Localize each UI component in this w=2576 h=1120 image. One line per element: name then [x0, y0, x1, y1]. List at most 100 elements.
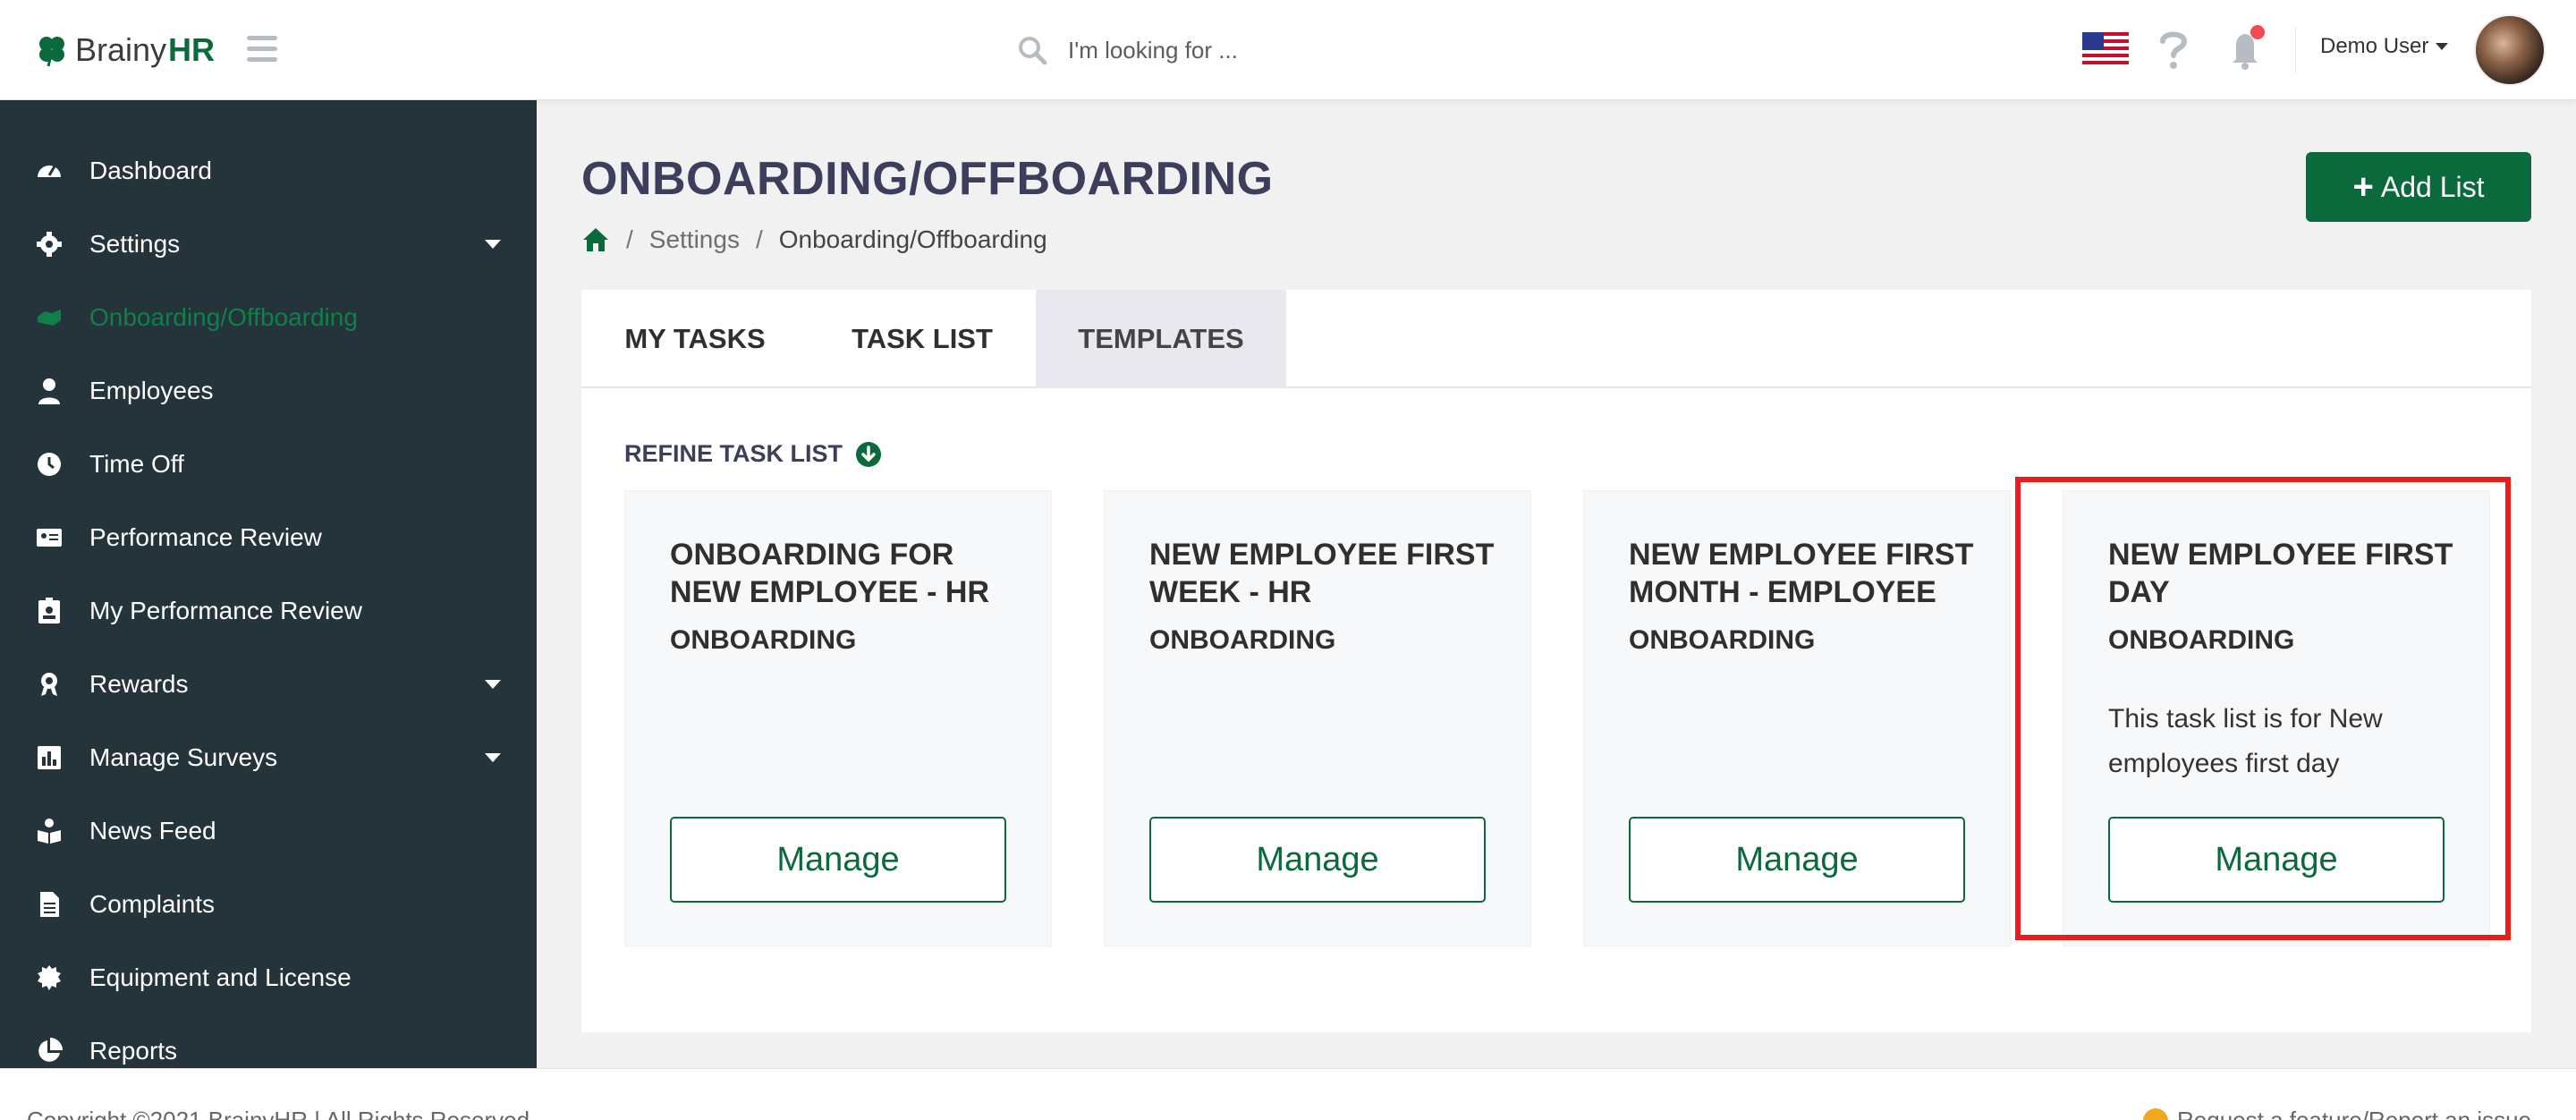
- top-bar: Brainy HR Demo User: [0, 0, 2576, 100]
- certificate-icon: [38, 965, 61, 990]
- tab-templates[interactable]: TEMPLATES: [1036, 290, 1286, 388]
- brand-name-part1: Brainy: [75, 31, 167, 68]
- manage-button[interactable]: Manage: [2108, 817, 2445, 903]
- clover-icon: [39, 37, 64, 67]
- id-card-icon: [37, 529, 62, 547]
- sidebar-item-label: Equipment and License: [89, 963, 352, 991]
- id-badge-icon: [38, 598, 60, 624]
- brand-name-part2: HR: [168, 31, 216, 68]
- card-type: ONBOARDING: [1629, 625, 1816, 655]
- sidebar-item-label: My Performance Review: [89, 597, 362, 624]
- search-bar: [1016, 29, 1553, 72]
- sidebar-item-label: Performance Review: [89, 523, 322, 551]
- task-list-card: ONBOARDING FOR NEW EMPLOYEE - HR ONBOARD…: [624, 490, 1052, 946]
- breadcrumb-separator: /: [626, 225, 633, 253]
- user-menu[interactable]: Demo User: [2320, 34, 2449, 59]
- tab-bar: MY TASKS TASK LIST TEMPLATES: [581, 290, 2531, 388]
- sidebar-item-onboarding[interactable]: Onboarding/Offboarding: [0, 286, 537, 349]
- menu-toggle-icon[interactable]: [247, 36, 277, 63]
- sidebar-item-label: Rewards: [89, 670, 189, 698]
- manage-button[interactable]: Manage: [670, 817, 1006, 903]
- sidebar-item-reports[interactable]: Reports: [0, 1020, 537, 1068]
- avatar[interactable]: [2474, 14, 2546, 86]
- sidebar-item-label: Manage Surveys: [89, 743, 278, 771]
- sidebar-item-label: Onboarding/Offboarding: [89, 303, 358, 331]
- sidebar-item-my-performance-review[interactable]: My Performance Review: [0, 580, 537, 642]
- gauge-icon: [38, 165, 61, 177]
- card-description: This task list is for New employees firs…: [2108, 704, 2383, 778]
- sidebar-item-label: Dashboard: [89, 157, 212, 184]
- task-panel: MY TASKS TASK LIST TEMPLATES REFINE TASK…: [581, 290, 2531, 1032]
- caret-down-icon: [485, 753, 501, 762]
- clock-icon: [38, 453, 61, 476]
- caret-down-icon: [485, 680, 501, 689]
- caret-down-icon: [485, 240, 501, 249]
- brand-logo[interactable]: Brainy HR: [34, 27, 215, 73]
- handshake-icon: [38, 310, 61, 326]
- breadcrumb-settings[interactable]: Settings: [649, 225, 740, 254]
- sidebar-item-complaints[interactable]: Complaints: [0, 873, 537, 936]
- add-list-label: Add List: [2380, 170, 2485, 203]
- page-title: ONBOARDING/OFFBOARDING: [581, 153, 1274, 205]
- book-reader-icon: [38, 819, 61, 844]
- breadcrumb-current: Onboarding/Offboarding: [778, 225, 1047, 253]
- lightbulb-icon: [2143, 1107, 2168, 1120]
- card-title: NEW EMPLOYEE FIRST MONTH - EMPLOYEE: [1629, 538, 1974, 609]
- header-divider: [2295, 27, 2296, 73]
- search-icon[interactable]: [1016, 34, 1048, 66]
- sidebar-item-equipment[interactable]: Equipment and License: [0, 946, 537, 1009]
- card-title: NEW EMPLOYEE FIRST DAY: [2108, 538, 2453, 609]
- card-type: ONBOARDING: [1149, 625, 1336, 655]
- file-alt-icon: [40, 892, 59, 917]
- add-list-button[interactable]: + Add List: [2306, 152, 2531, 222]
- sidebar-item-dashboard[interactable]: Dashboard: [0, 140, 537, 202]
- tab-task-list[interactable]: TASK LIST: [809, 290, 1036, 388]
- sidebar-item-label: Time Off: [89, 450, 184, 478]
- sidebar-item-manage-surveys[interactable]: Manage Surveys: [0, 726, 537, 789]
- task-list-card: NEW EMPLOYEE FIRST DAY ONBOARDING This t…: [2063, 490, 2490, 946]
- manage-button[interactable]: Manage: [1629, 817, 1965, 903]
- sidebar: Dashboard Settings Onboarding/Offboardin…: [0, 100, 537, 1068]
- sidebar-item-label: Complaints: [89, 890, 216, 918]
- user-tie-icon: [38, 378, 60, 404]
- card-type: ONBOARDING: [670, 625, 857, 655]
- sidebar-item-label: News Feed: [89, 817, 216, 844]
- task-list-card: NEW EMPLOYEE FIRST MONTH - EMPLOYEE ONBO…: [1583, 490, 2011, 946]
- sidebar-item-performance-review[interactable]: Performance Review: [0, 506, 537, 569]
- task-list-card: NEW EMPLOYEE FIRST WEEK - HR ONBOARDING …: [1104, 490, 1531, 946]
- sidebar-item-news-feed[interactable]: News Feed: [0, 800, 537, 862]
- tab-my-tasks[interactable]: MY TASKS: [581, 290, 809, 388]
- request-feature-label: Request a feature/Report an issue: [2177, 1107, 2532, 1120]
- caret-down-icon: [2436, 43, 2449, 50]
- us-flag-icon[interactable]: [2082, 32, 2129, 64]
- copyright-text: Copyright ©2021 BrainyHR | All Rights Re…: [27, 1107, 530, 1120]
- sidebar-item-label: Reports: [89, 1037, 178, 1065]
- sidebar-item-label: Employees: [89, 377, 214, 404]
- home-icon[interactable]: [581, 226, 610, 253]
- manage-button[interactable]: Manage: [1149, 817, 1486, 903]
- refine-task-list-toggle[interactable]: REFINE TASK LIST: [624, 440, 882, 468]
- sidebar-item-employees[interactable]: Employees: [0, 360, 537, 422]
- notification-bell-icon[interactable]: [2227, 25, 2267, 72]
- sidebar-item-time-off[interactable]: Time Off: [0, 433, 537, 496]
- footer: Copyright ©2021 BrainyHR | All Rights Re…: [0, 1068, 2576, 1120]
- help-icon[interactable]: [2156, 27, 2191, 72]
- sidebar-item-rewards[interactable]: Rewards: [0, 653, 537, 716]
- breadcrumb-separator: /: [755, 225, 763, 253]
- poll-icon: [38, 746, 61, 769]
- search-input[interactable]: [1068, 36, 1515, 64]
- chart-pie-icon: [38, 1038, 63, 1062]
- request-feature-link[interactable]: Request a feature/Report an issue: [2143, 1107, 2531, 1120]
- plus-icon: +: [2352, 167, 2374, 207]
- sidebar-item-label: Settings: [89, 230, 181, 258]
- refine-label: REFINE TASK LIST: [624, 440, 843, 467]
- award-icon: [41, 673, 57, 696]
- breadcrumb: / Settings / Onboarding/Offboarding: [581, 225, 1047, 254]
- card-title: NEW EMPLOYEE FIRST WEEK - HR: [1149, 538, 1495, 609]
- card-type: ONBOARDING: [2108, 625, 2295, 655]
- sidebar-item-settings[interactable]: Settings: [0, 213, 537, 276]
- card-title: ONBOARDING FOR NEW EMPLOYEE - HR: [670, 538, 990, 609]
- gear-icon: [37, 232, 62, 257]
- user-name: Demo User: [2320, 34, 2429, 58]
- arrow-circle-down-icon: [856, 441, 882, 467]
